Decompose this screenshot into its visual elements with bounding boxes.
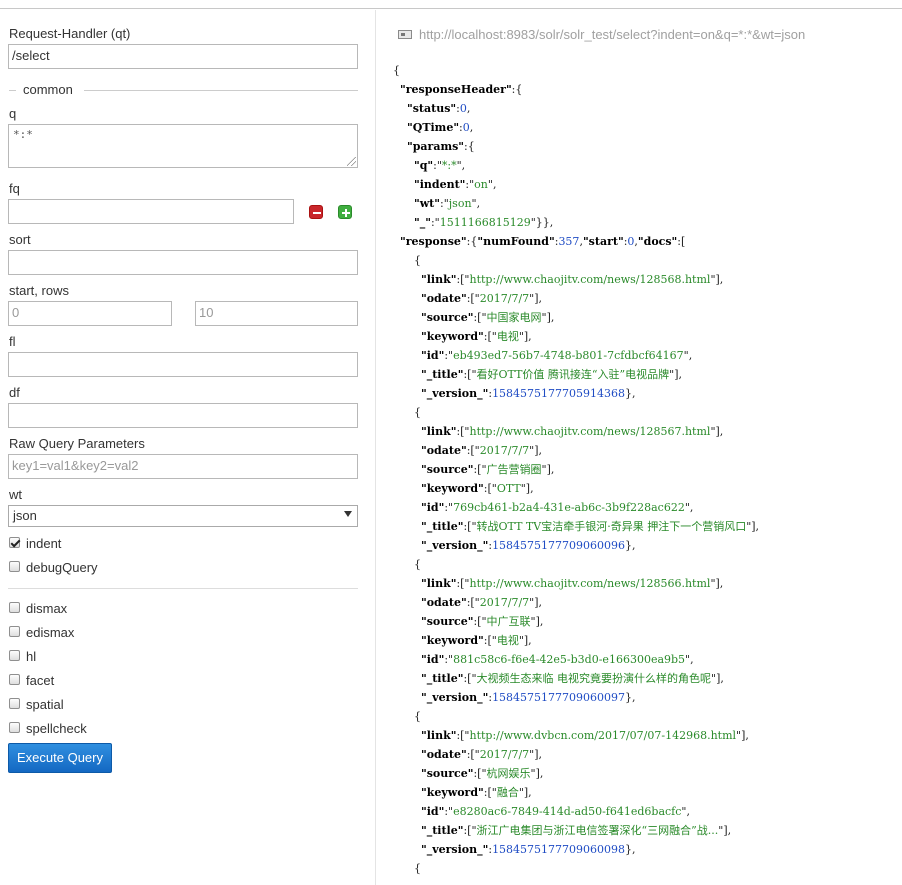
request-url-link[interactable]: http://localhost:8983/solr/solr_test/sel…	[419, 27, 805, 42]
facet-checkbox[interactable]	[9, 674, 20, 685]
doc-id: e8280ac6-7849-414d-ad50-f641ed6bacfc	[453, 805, 682, 818]
q-textarea[interactable]: *:*	[8, 124, 358, 168]
doc-title: 浙江广电集团与浙江电信签署深化“三网融合”战...	[476, 824, 719, 837]
doc-title: 转战OTT TV宝洁牵手银河·奇异果 押注下一个营销风口	[476, 520, 747, 533]
dismax-label: dismax	[26, 601, 68, 616]
debugquery-label: debugQuery	[26, 560, 98, 575]
param-wt-value: json	[448, 197, 472, 210]
fq-input[interactable]	[8, 199, 294, 224]
add-fq-icon[interactable]	[338, 205, 352, 219]
fq-label: fq	[9, 181, 20, 196]
top-border	[0, 8, 902, 9]
wt-selected-value: json	[13, 508, 37, 523]
dismax-checkbox[interactable]	[9, 602, 20, 613]
fl-input[interactable]	[8, 352, 358, 377]
doc-version: 1584575177705914368	[492, 387, 626, 400]
section-divider	[8, 588, 358, 589]
sort-label: sort	[9, 232, 31, 247]
hl-checkbox[interactable]	[9, 650, 20, 661]
qtime-value: 0	[462, 121, 470, 134]
doc-id: 881c58c6-f6e4-42e5-b3d0-e166300ea9b5	[453, 653, 686, 666]
doc-id: 769cb461-b2a4-431e-ab6c-3b9f228ac622	[453, 501, 685, 514]
doc-version: 1584575177709060098	[492, 843, 626, 856]
doc-version: 1584575177709060097	[492, 691, 626, 704]
doc-title: 看好OTT价值 腾讯接连“入驻”电视品牌	[476, 368, 670, 381]
sort-input[interactable]	[8, 250, 358, 275]
common-legend-line-right	[84, 90, 358, 91]
resize-grip-icon[interactable]	[347, 157, 356, 166]
url-link-icon[interactable]	[398, 30, 412, 39]
common-legend-line-left	[9, 90, 16, 91]
remove-fq-icon[interactable]	[309, 205, 323, 219]
raw-query-input[interactable]: key1=val1&key2=val2	[8, 454, 358, 479]
debugquery-checkbox[interactable]	[9, 561, 20, 572]
doc-link: http://www.chaojitv.com/news/128567.html	[469, 425, 711, 438]
param-underscore-value: 1511166815129	[439, 216, 531, 229]
doc-source: 杭网娱乐	[486, 767, 531, 780]
df-input[interactable]	[8, 403, 358, 428]
spatial-checkbox[interactable]	[9, 698, 20, 709]
doc-id: eb493ed7-56b7-4748-b801-7cfdbcf64167	[453, 349, 684, 362]
panel-divider	[375, 10, 376, 885]
indent-label: indent	[26, 536, 62, 551]
doc-keyword: 电视	[496, 634, 519, 647]
indent-checkbox[interactable]	[9, 537, 20, 548]
chevron-down-icon	[344, 511, 352, 517]
status-value: 0	[459, 102, 467, 115]
spellcheck-checkbox[interactable]	[9, 722, 20, 733]
spellcheck-label: spellcheck	[26, 721, 87, 736]
doc-version: 1584575177709060096	[492, 539, 626, 552]
start-rows-label: start, rows	[9, 283, 69, 298]
doc-keyword: OTT	[496, 482, 521, 495]
spatial-label: spatial	[26, 697, 64, 712]
rows-input[interactable]: 10	[195, 301, 358, 326]
doc-title: 大视频生态来临 电视究竟要扮演什么样的角色呢	[476, 672, 712, 685]
doc-source: 广告营销圈	[486, 463, 542, 476]
fl-label: fl	[9, 334, 16, 349]
hl-label: hl	[26, 649, 37, 664]
doc-link: http://www.chaojitv.com/news/128568.html	[469, 273, 711, 286]
wt-select[interactable]: json	[8, 505, 358, 527]
doc-odate: 2017/7/7	[479, 596, 530, 609]
param-q-value: *:*	[441, 159, 457, 172]
q-value: *:*	[13, 128, 33, 141]
q-label: q	[9, 106, 17, 121]
edismax-label: edismax	[26, 625, 75, 640]
doc-keyword: 融合	[496, 786, 519, 799]
doc-source: 中国家电网	[486, 311, 542, 324]
wt-label: wt	[9, 487, 22, 502]
df-label: df	[9, 385, 20, 400]
start-input[interactable]: 0	[8, 301, 172, 326]
facet-label: facet	[26, 673, 55, 688]
param-indent-value: on	[474, 178, 488, 191]
doc-link: http://www.chaojitv.com/news/128566.html	[469, 577, 711, 590]
doc-odate: 2017/7/7	[479, 292, 530, 305]
raw-query-label: Raw Query Parameters	[9, 436, 145, 451]
numfound-value: 357	[558, 235, 580, 248]
query-form: Request-Handler (qt) /select common q *:…	[0, 10, 370, 885]
doc-odate: 2017/7/7	[479, 444, 530, 457]
common-legend: common	[23, 82, 73, 97]
request-handler-label: Request-Handler (qt)	[9, 26, 131, 41]
json-response: { "responseHeader":{ "status":0, "QTime"…	[393, 64, 760, 875]
doc-source: 中广互联	[486, 615, 531, 628]
request-handler-input[interactable]: /select	[8, 44, 358, 69]
edismax-checkbox[interactable]	[9, 626, 20, 637]
execute-query-button[interactable]: Execute Query	[8, 743, 112, 773]
doc-keyword: 电视	[496, 330, 519, 343]
doc-odate: 2017/7/7	[479, 748, 530, 761]
doc-link: http://www.dvbcn.com/2017/07/07-142968.h…	[469, 729, 737, 742]
